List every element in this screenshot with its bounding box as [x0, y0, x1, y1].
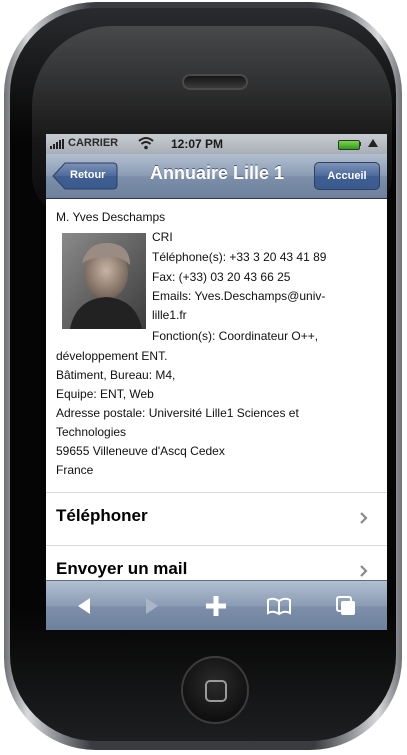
wifi-icon	[138, 137, 154, 150]
browser-toolbar	[46, 580, 387, 630]
carrier-name: CARRIER	[68, 137, 119, 149]
contact-fax: Fax: (+33) 03 20 43 66 25	[152, 270, 291, 284]
navigation-bar: Retour Annuaire Lille 1 Accueil	[46, 154, 387, 199]
battery-icon	[338, 140, 360, 150]
home-square-icon	[205, 680, 227, 702]
portrait-image	[62, 233, 146, 329]
chevron-right-icon	[360, 565, 368, 577]
page-title: Annuaire Lille 1	[149, 163, 285, 183]
contact-address-line3: 59655 Villeneuve d'Ascq Cedex	[56, 444, 225, 458]
email-label: Envoyer un mail	[56, 559, 188, 578]
earpiece-speaker	[182, 74, 248, 90]
status-bar: CARRIER 12:07 PM	[46, 134, 387, 154]
iphone-device: CARRIER 12:07 PM Retour Annuaire Lille 1…	[0, 0, 407, 755]
contact-country: France	[56, 463, 94, 477]
bookmarks-icon[interactable]	[266, 593, 292, 619]
plus-icon[interactable]	[203, 593, 229, 619]
pages-icon[interactable]	[333, 593, 359, 619]
contact-email-line1[interactable]: Emails: Yves.Deschamps@univ-	[152, 288, 325, 305]
contact-address-line1: Adresse postale: Université Lille1 Scien…	[56, 406, 299, 420]
contact-building: Bâtiment, Bureau: M4,	[56, 368, 176, 382]
home-nav-button[interactable]: Accueil	[314, 162, 380, 190]
call-label: Téléphoner	[56, 506, 148, 525]
back-button[interactable]: Retour	[52, 162, 118, 190]
contact-address-line2: Technologies	[56, 425, 127, 439]
contact-email-line2[interactable]: lille1.fr	[152, 307, 187, 324]
contact-phone[interactable]: Téléphone(s): +33 3 20 43 41 89	[152, 249, 326, 266]
back-arrow-icon[interactable]	[72, 593, 98, 619]
contact-photo	[62, 233, 146, 329]
contact-team: Equipe: ENT, Web	[56, 387, 154, 401]
battery-tip	[359, 142, 361, 146]
home-button[interactable]	[181, 656, 249, 724]
back-button-label: Retour	[70, 169, 106, 181]
contact-name: M. Yves Deschamps	[56, 210, 166, 224]
chevron-right-icon	[360, 512, 368, 524]
contact-service: CRI	[152, 230, 173, 244]
status-time: 12:07 PM	[171, 137, 224, 151]
call-row[interactable]: Téléphoner	[46, 492, 387, 545]
signal-strength-icon	[50, 139, 64, 149]
location-icon	[368, 139, 378, 147]
forward-arrow-icon[interactable]	[138, 593, 164, 619]
screen: CARRIER 12:07 PM Retour Annuaire Lille 1…	[46, 134, 387, 630]
home-nav-button-label: Accueil	[327, 170, 367, 182]
contact-function-line1: Fonction(s): Coordinateur O++,	[152, 329, 319, 343]
contact-function-line2: développement ENT.	[56, 349, 168, 363]
